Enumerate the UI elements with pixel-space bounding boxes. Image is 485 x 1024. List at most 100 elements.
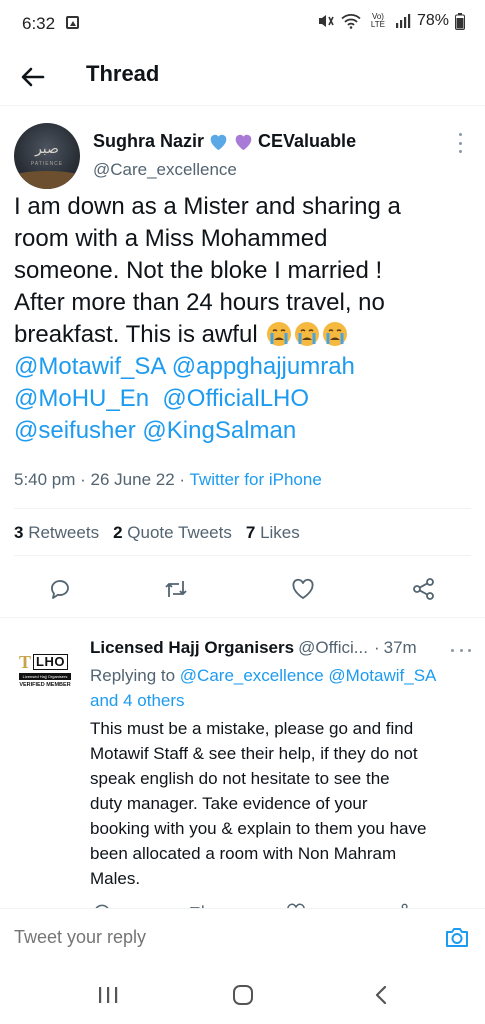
quotes-label: Quote Tweets	[127, 523, 232, 542]
retweet-icon	[165, 581, 187, 597]
status-time: 6:32	[22, 14, 56, 33]
reply-avatar[interactable]: T LHO Licensed Hajj Organisers VERIFIED …	[14, 640, 76, 702]
mention-link[interactable]: @Motawif_SA	[14, 353, 165, 380]
lho-logo: T LHO Licensed Hajj Organisers VERIFIED …	[19, 652, 71, 688]
back-button[interactable]	[18, 62, 48, 92]
reply-author-row[interactable]: Licensed Hajj Organisers @Offici... · 37…	[90, 638, 470, 658]
thread-header: Thread	[0, 48, 485, 106]
reply-text: This must be a mistake, please go and fi…	[90, 716, 470, 891]
tweet-time: 5:40 pm	[14, 470, 76, 489]
back-arrow-icon	[21, 67, 45, 87]
divider	[14, 508, 471, 509]
avatar-logo-text: صبر	[35, 141, 59, 157]
like-icon	[292, 578, 314, 600]
battery-icon	[455, 12, 465, 30]
tweet-date: 26 June 22	[90, 470, 175, 489]
camera-icon	[446, 928, 468, 947]
retweet-button[interactable]	[162, 575, 190, 603]
reply-button[interactable]	[46, 575, 74, 603]
reply-author-handle: @Offici...	[298, 638, 368, 657]
retweets-label: Retweets	[28, 523, 100, 542]
replying-to: Replying to @Care_excellence @Motawif_SA…	[90, 663, 470, 713]
mention-link[interactable]: @seifusher	[14, 417, 136, 444]
reply-line: Motawif Staff & see their help, if they …	[90, 744, 418, 763]
tweet-line: room with a Miss Mohammed	[14, 225, 328, 252]
mention-link[interactable]: @KingSalman	[142, 417, 296, 444]
reply-time-sep: ·	[373, 638, 380, 657]
lho-verified-label: VERIFIED MEMBER	[19, 682, 71, 688]
mention-link[interactable]: @Care_excellence	[180, 666, 324, 685]
blue-heart-icon	[210, 134, 227, 151]
reply-line: This must be a mistake, please go and fi…	[90, 719, 414, 738]
retweets-stat[interactable]: 3 Retweets	[14, 523, 99, 543]
reply-line: Males.	[90, 869, 141, 888]
quotes-stat[interactable]: 2 Quote Tweets	[113, 523, 232, 543]
likes-label: Likes	[260, 523, 300, 542]
reply-line: duty manager. Take evidence of your	[90, 794, 368, 813]
quotes-count: 2	[113, 523, 123, 542]
lho-logo-letters: LHO	[33, 654, 68, 670]
more-options-button[interactable]	[455, 133, 465, 153]
battery-percent: 78%	[416, 12, 449, 29]
mention-link[interactable]: @OfficialLHO	[162, 385, 309, 412]
retweets-count: 3	[14, 523, 24, 542]
share-button[interactable]	[410, 575, 438, 603]
page-title: Thread	[86, 61, 160, 86]
tweet-line: someone. Not the bloke I married !	[14, 257, 383, 284]
home-button[interactable]	[228, 982, 258, 1008]
camera-button[interactable]	[443, 923, 471, 951]
author-name-suffix: CEValuable	[258, 131, 357, 151]
reply-time: 37m	[383, 638, 417, 657]
share-icon	[413, 578, 434, 600]
author-handle[interactable]: @Care_excellence	[93, 160, 237, 180]
purple-heart-icon	[235, 134, 252, 151]
likes-count: 7	[245, 523, 256, 542]
reply-icon	[51, 580, 69, 599]
tweet-meta: 5:40 pm · 26 June 22 · Twitter for iPhon…	[14, 470, 322, 489]
reply-input[interactable]	[14, 921, 414, 953]
mentions-line: @seifusher @KingSalman	[14, 415, 474, 447]
crying-face-emoji-icon	[323, 322, 348, 346]
tweet-source-link[interactable]: Twitter for iPhone	[190, 470, 322, 489]
chevron-left-icon	[375, 985, 387, 1005]
gallery-notification-icon	[66, 16, 79, 29]
mention-link[interactable]: @appghajjumrah	[172, 353, 355, 380]
avatar-dune	[14, 171, 80, 189]
status-icons: Vo) LTE 78%	[317, 12, 465, 30]
avatar[interactable]: صبر PATIENCE	[14, 123, 80, 189]
author-name-row[interactable]: Sughra Nazir CEValuable	[93, 131, 356, 152]
home-icon	[233, 985, 253, 1005]
reply-more-options-button[interactable]	[451, 645, 471, 655]
lte-indicator: Vo) LTE	[370, 12, 385, 29]
like-button[interactable]	[289, 575, 317, 603]
lho-logo-top: T LHO	[19, 652, 71, 672]
avatar-logo-subtext: PATIENCE	[30, 161, 64, 167]
tweet-actions	[0, 575, 485, 605]
reply-line: booking with you & explain to them you h…	[90, 819, 427, 838]
signal-icon	[395, 14, 411, 28]
reply-line: speak english do not hesitate to see the	[90, 769, 390, 788]
mentions-line: @Motawif_SA @appghajjumrah	[14, 351, 474, 383]
tweet-line: I am down as a Mister and sharing a	[14, 193, 401, 220]
recent-apps-button[interactable]	[93, 982, 123, 1008]
reply-line: been allocated a room with Non Mahram	[90, 844, 397, 863]
tweet-text: I am down as a Mister and sharing a room…	[14, 191, 474, 447]
replying-to-more-link[interactable]: and 4 others	[90, 691, 185, 710]
replying-to-label: Replying to	[90, 666, 176, 685]
tweet-stats: 3 Retweets 2 Quote Tweets 7 Likes	[14, 523, 300, 543]
wifi-icon	[341, 14, 361, 29]
system-nav-bar	[0, 964, 485, 1024]
likes-stat[interactable]: 7 Likes	[246, 523, 300, 543]
system-back-button[interactable]	[366, 982, 396, 1008]
divider	[14, 555, 471, 556]
author-name: Sughra Nazir	[93, 131, 205, 151]
status-bar: 6:32 Vo) LTE 78%	[0, 0, 485, 48]
mention-link[interactable]: @MoHU_En	[14, 385, 149, 412]
mention-link[interactable]: @Motawif_SA	[328, 666, 436, 685]
tweet-line-with-emoji: breakfast. This is awful	[14, 319, 474, 351]
mute-icon	[318, 15, 334, 27]
crying-face-emoji-icon	[295, 322, 320, 346]
compose-bar	[0, 908, 485, 964]
lho-logo-mark: T	[19, 652, 32, 672]
mentions-line: @MoHU_En @OfficialLHO	[14, 383, 474, 415]
